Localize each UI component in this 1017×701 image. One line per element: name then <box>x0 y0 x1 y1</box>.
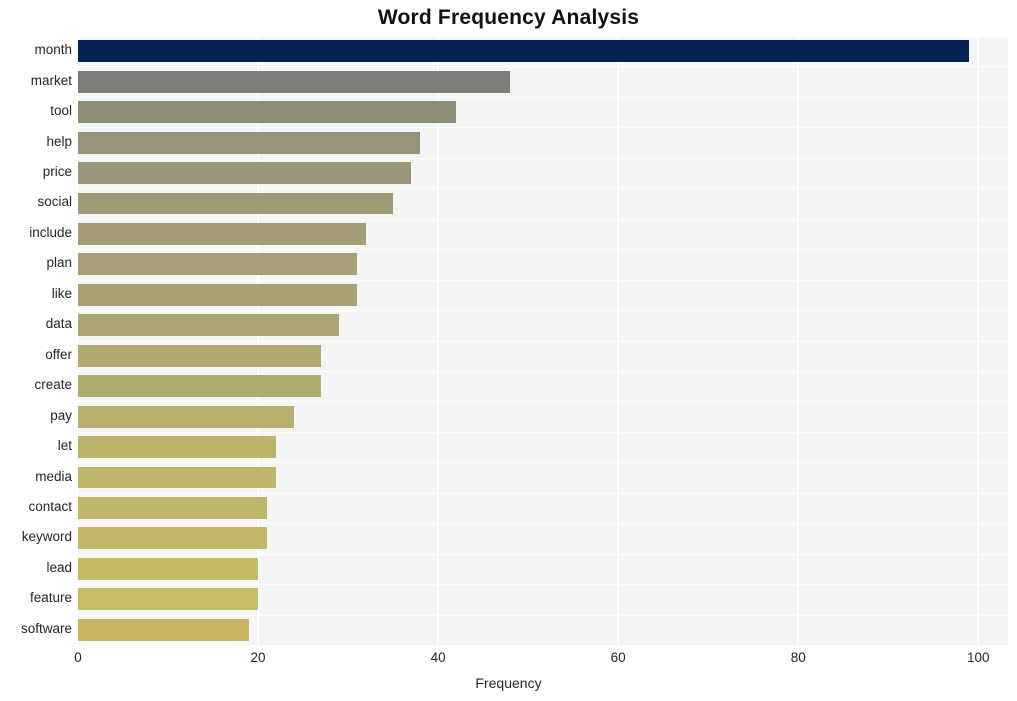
y-tick-label-software: software <box>20 620 72 636</box>
y-tick-label-data: data <box>45 316 72 332</box>
bar-row <box>78 466 1008 489</box>
bar-row <box>78 436 1008 459</box>
y-tick-label-month: month <box>34 42 72 58</box>
x-tick-label-100: 100 <box>967 650 990 665</box>
bar-row <box>78 283 1008 306</box>
bar-row <box>78 253 1008 276</box>
bar-row <box>78 527 1008 550</box>
y-tick-label-create: create <box>34 377 72 393</box>
bar-software[interactable] <box>78 618 250 641</box>
bar-row <box>78 40 1008 63</box>
y-tick-label-media: media <box>35 468 72 484</box>
bar-keyword[interactable] <box>78 527 268 550</box>
x-tick-label-20: 20 <box>250 650 266 665</box>
bar-row <box>78 131 1008 154</box>
bar-media[interactable] <box>78 466 277 489</box>
y-tick-label-like: like <box>51 285 72 301</box>
bar-row <box>78 70 1008 93</box>
bar-price[interactable] <box>78 162 412 184</box>
y-tick-label-pay: pay <box>50 407 72 423</box>
bar-plan[interactable] <box>78 253 358 276</box>
bar-row <box>78 222 1008 245</box>
bar-offer[interactable] <box>78 344 322 367</box>
bar-let[interactable] <box>78 436 277 459</box>
bar-create[interactable] <box>78 375 322 398</box>
y-axis-tick-labels: month market tool help price social include pla… <box>0 36 72 645</box>
bar-row <box>78 192 1008 215</box>
bar-row <box>78 162 1008 184</box>
x-tick-label-40: 40 <box>430 650 446 665</box>
gridline-y-20 <box>78 645 1008 646</box>
bar-lead[interactable] <box>78 557 259 580</box>
y-tick-label-plan: plan <box>46 255 72 271</box>
bar-data[interactable] <box>78 314 340 337</box>
bar-row <box>78 314 1008 337</box>
x-axis-tick-labels: 0 20 40 60 80 100 <box>0 650 1017 670</box>
bar-row <box>78 344 1008 367</box>
bars-layer <box>78 36 1008 645</box>
bar-pay[interactable] <box>78 405 295 428</box>
bar-contact[interactable] <box>78 497 268 519</box>
bar-row <box>78 618 1008 641</box>
bar-feature[interactable] <box>78 588 259 611</box>
y-tick-label-price: price <box>42 164 72 180</box>
bar-month[interactable] <box>78 40 970 63</box>
bar-row <box>78 405 1008 428</box>
plot-area <box>77 36 1008 646</box>
bar-like[interactable] <box>78 283 358 306</box>
y-tick-label-tool: tool <box>50 103 72 119</box>
bar-row <box>78 557 1008 580</box>
bar-row <box>78 497 1008 519</box>
chart-title: Word Frequency Analysis <box>377 6 640 29</box>
y-tick-label-contact: contact <box>28 498 72 514</box>
y-tick-label-offer: offer <box>45 346 72 362</box>
x-tick-label-60: 60 <box>610 650 626 665</box>
y-tick-label-keyword: keyword <box>21 529 72 545</box>
bar-row <box>78 375 1008 398</box>
x-axis-label: Frequency <box>475 675 542 691</box>
y-tick-label-let: let <box>57 438 72 454</box>
bar-tool[interactable] <box>78 101 457 124</box>
bar-social[interactable] <box>78 192 394 215</box>
bar-row <box>78 588 1008 611</box>
bar-include[interactable] <box>78 222 367 245</box>
bar-help[interactable] <box>78 131 421 154</box>
y-tick-label-market: market <box>30 72 72 88</box>
bar-row <box>78 101 1008 124</box>
y-tick-label-lead: lead <box>46 559 72 575</box>
chart-figure: Word Frequency Analysis month market tool h… <box>0 0 1017 701</box>
y-tick-label-include: include <box>29 224 72 240</box>
y-tick-label-feature: feature <box>29 590 72 606</box>
y-tick-label-social: social <box>37 194 72 210</box>
x-tick-label-80: 80 <box>790 650 806 665</box>
bar-market[interactable] <box>78 70 511 93</box>
y-tick-label-help: help <box>46 133 72 149</box>
x-tick-label-0: 0 <box>74 650 82 665</box>
